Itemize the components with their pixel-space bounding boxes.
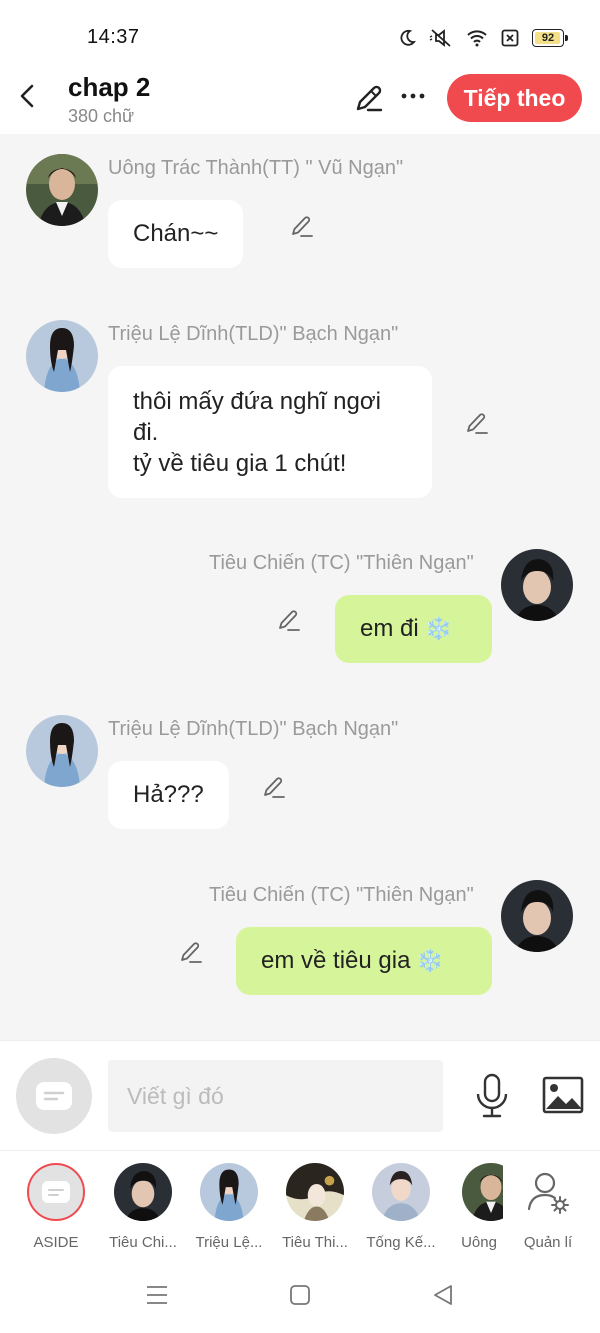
mute-icon <box>429 29 451 47</box>
status-icons: 92 <box>398 26 568 50</box>
chat-area[interactable]: Uông Trác Thành(TT) " Vũ Ngạn" Chán~~ Tr… <box>0 134 600 1040</box>
pencil-icon <box>279 610 300 631</box>
pencil-icon <box>264 777 285 798</box>
avatar <box>200 1163 258 1221</box>
speaker-name: Triệu Lệ Dĩnh(TLD)" Bạch Ngạn" <box>108 323 399 345</box>
user-settings-icon <box>519 1163 577 1221</box>
character-aside[interactable]: ASIDE <box>15 1163 97 1251</box>
avatar <box>286 1163 344 1221</box>
character-label: Tiêu Thi... <box>282 1234 348 1251</box>
avatar[interactable] <box>501 880 573 952</box>
image-icon <box>542 1076 584 1114</box>
message-bubble[interactable]: thôi mấy đứa nghĩ ngơi đi. tỷ về tiêu gi… <box>108 366 432 498</box>
message-bubble[interactable]: em về tiêu gia ❄️ <box>236 927 492 995</box>
speaker-name: Tiêu Chiến (TC) "Thiên Ngạn" <box>209 884 474 906</box>
chat-bubble-icon <box>42 1181 70 1203</box>
character-trieu-le-dinh[interactable]: Triệu Lệ... <box>188 1163 270 1251</box>
status-bar: 14:37 92 <box>0 0 600 72</box>
message-text: em đi <box>360 615 419 642</box>
speaker-name: Triệu Lệ Dĩnh(TLD)" Bạch Ngạn" <box>108 718 399 740</box>
system-nav-bar <box>0 1260 600 1333</box>
recent-apps-button[interactable] <box>146 1284 168 1311</box>
character-label: Uông <box>461 1234 497 1251</box>
character-bar: ASIDE Tiêu Chi... Triệu Lệ... Tiêu Thi..… <box>0 1150 600 1260</box>
message-text: tỷ về tiêu gia 1 chút! <box>133 450 347 477</box>
battery-level: 92 <box>541 32 555 44</box>
moon-icon <box>400 29 416 46</box>
character-label: ASIDE <box>33 1234 79 1251</box>
next-chapter-button[interactable]: Tiếp theo <box>447 74 582 122</box>
chevron-left-icon <box>20 84 34 108</box>
speaker-name: Uông Trác Thành(TT) " Vũ Ngạn" <box>108 157 404 179</box>
message-text: em về tiêu gia <box>261 947 411 974</box>
speaker-name: Tiêu Chiến (TC) "Thiên Ngạn" <box>209 552 474 574</box>
character-label: Tống Kế... <box>366 1234 436 1251</box>
more-options-button[interactable] <box>400 82 426 110</box>
aside-toggle-button[interactable] <box>16 1058 92 1134</box>
back-button[interactable] <box>14 80 42 112</box>
message-bubble[interactable]: Chán~~ <box>108 200 244 268</box>
character-tieu-chien[interactable]: Tiêu Chi... <box>102 1163 184 1251</box>
home-square-icon <box>290 1285 310 1305</box>
message-bubble[interactable]: Hả??? <box>108 761 229 829</box>
message-text: thôi mấy đứa nghĩ ngơi <box>133 388 381 415</box>
input-bar <box>0 1040 600 1150</box>
character-label: Tiêu Chi... <box>109 1234 177 1251</box>
message-bubble[interactable]: em đi ❄️ <box>335 595 492 663</box>
word-count: 380 chữ <box>68 106 135 126</box>
header: chap 2 380 chữ Tiếp theo <box>0 72 600 134</box>
triangle-back-icon <box>434 1285 452 1305</box>
pencil-icon <box>467 413 488 434</box>
avatar[interactable] <box>26 320 98 392</box>
avatar <box>114 1163 172 1221</box>
message-text: đi. <box>133 419 159 446</box>
character-label: Quản lí <box>523 1234 573 1251</box>
snowflake-emoji: ❄️ <box>416 948 444 973</box>
message-text: Chán~~ <box>133 220 219 247</box>
aside-avatar <box>27 1163 85 1221</box>
battery-icon: 92 <box>532 29 568 47</box>
voice-button[interactable] <box>474 1073 510 1119</box>
avatar <box>372 1163 430 1221</box>
character-tieu-thi[interactable]: Tiêu Thi... <box>274 1163 356 1251</box>
microphone-icon <box>476 1073 508 1118</box>
avatar[interactable] <box>26 154 98 226</box>
menu-icon <box>147 1286 167 1304</box>
avatar <box>462 1163 503 1221</box>
pencil-icon <box>292 216 313 237</box>
character-uong[interactable]: Uông <box>445 1163 503 1251</box>
edit-chapter-button[interactable] <box>353 82 385 114</box>
edit-message-button[interactable] <box>464 410 490 436</box>
more-dots-icon <box>401 93 425 99</box>
pencil-icon <box>356 85 383 112</box>
edit-message-button[interactable] <box>261 774 287 800</box>
status-time: 14:37 <box>87 26 140 48</box>
edit-message-button[interactable] <box>289 213 315 239</box>
back-nav-button[interactable] <box>432 1284 454 1311</box>
chat-bubble-icon <box>36 1082 72 1110</box>
manage-characters-button[interactable]: Quản lí <box>507 1163 589 1251</box>
snowflake-emoji: ❄️ <box>424 616 453 641</box>
sim-x-icon <box>501 29 519 47</box>
message-text: Hả??? <box>133 781 204 808</box>
edit-message-button[interactable] <box>178 939 204 965</box>
edit-message-button[interactable] <box>276 607 302 633</box>
wifi-icon <box>467 30 487 47</box>
avatar[interactable] <box>501 549 573 621</box>
character-label: Triệu Lệ... <box>195 1234 263 1251</box>
page-title: chap 2 <box>68 72 151 102</box>
image-button[interactable] <box>542 1076 584 1114</box>
avatar[interactable] <box>26 715 98 787</box>
home-button[interactable] <box>289 1284 311 1311</box>
pencil-icon <box>181 942 202 963</box>
character-tong-ke[interactable]: Tống Kế... <box>360 1163 442 1251</box>
message-input[interactable] <box>108 1060 443 1132</box>
